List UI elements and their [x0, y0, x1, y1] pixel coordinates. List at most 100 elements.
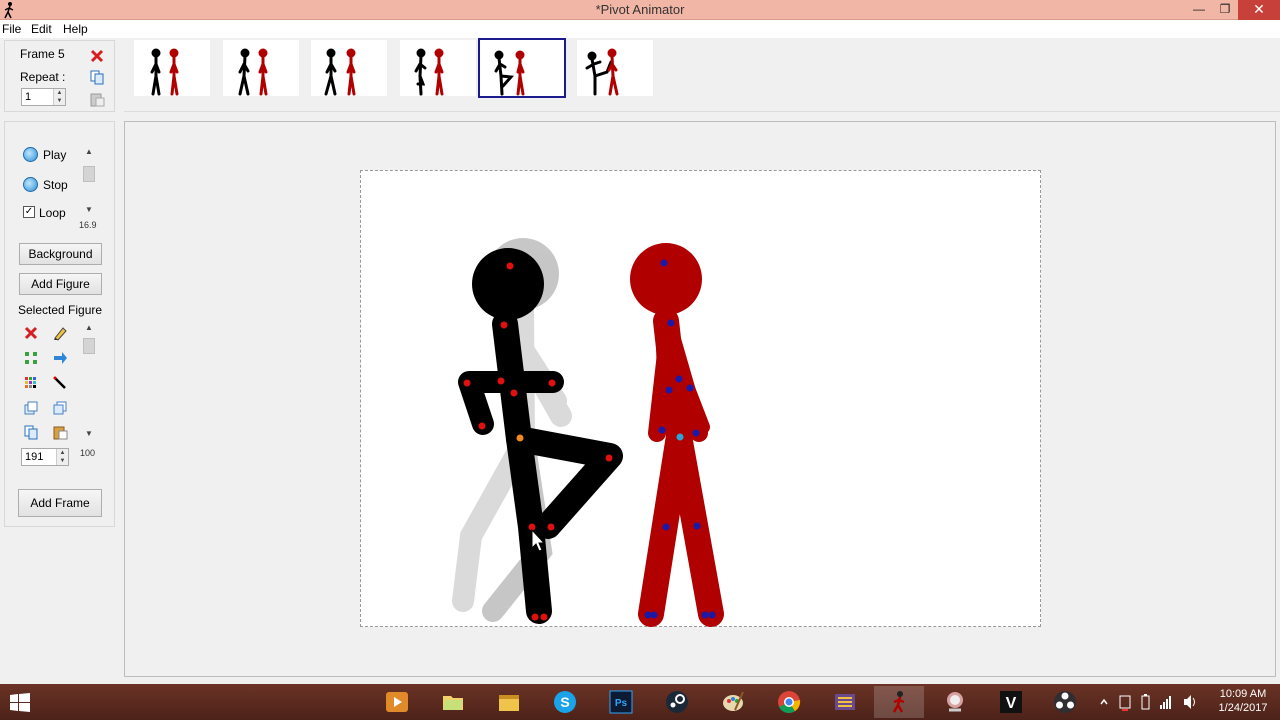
paint-icon: [723, 691, 744, 711]
maximize-button[interactable]: ❐: [1212, 0, 1238, 20]
pivot-animator-icon: [892, 691, 905, 713]
frame-thumbnail[interactable]: [223, 40, 299, 96]
menu-help[interactable]: Help: [63, 22, 88, 36]
chevron-up-icon[interactable]: [1100, 698, 1108, 705]
copy-figure-icon[interactable]: [23, 424, 39, 440]
taskbar-photoshop[interactable]: Ps: [596, 686, 646, 718]
line-tool-icon[interactable]: [52, 375, 68, 391]
speed-slider-thumb[interactable]: [83, 166, 95, 182]
stop-label: Stop: [43, 178, 68, 192]
send-backward-icon[interactable]: [52, 400, 68, 416]
frame-thumbnail[interactable]: [577, 40, 653, 96]
taskbar-chrome[interactable]: [764, 686, 814, 718]
figure-size-slider[interactable]: ▲ ▼: [82, 322, 96, 442]
selected-figure-label: Selected Figure: [18, 303, 103, 317]
paste-figure-icon[interactable]: [52, 424, 68, 440]
chevron-up-icon[interactable]: ▲: [82, 146, 96, 158]
join-figure-icon[interactable]: [23, 350, 39, 366]
menu-bar: File Edit Help: [0, 20, 1280, 38]
figure-size-spinner[interactable]: 191 ▲ ▼: [21, 448, 69, 466]
taskbar: S Ps V 10:09 AM 1/24/2017: [0, 684, 1280, 720]
battery-icon[interactable]: [1141, 694, 1150, 710]
v-app-icon: V: [1000, 691, 1022, 713]
chevron-down-icon[interactable]: ▼: [82, 428, 96, 440]
taskbar-paint[interactable]: [708, 686, 758, 718]
repeat-label: Repeat :: [20, 70, 66, 84]
video-editor-icon: [835, 694, 855, 710]
figure-size-slider-thumb[interactable]: [83, 338, 95, 354]
frame-timeline: [124, 38, 1280, 112]
color-palette-icon[interactable]: [23, 375, 39, 391]
character-icon: [947, 692, 963, 712]
checkbox-checked-icon[interactable]: ✓: [23, 206, 35, 218]
copy-frame-icon[interactable]: [89, 69, 105, 85]
paste-frame-icon[interactable]: [89, 91, 105, 107]
frame-thumbnail-selected[interactable]: [478, 38, 566, 98]
folder-icon: [443, 696, 463, 710]
clock-time: 10:09 AM: [1219, 688, 1267, 700]
bring-forward-icon[interactable]: [23, 400, 39, 416]
start-icon: [10, 693, 30, 712]
action-center-icon[interactable]: [1119, 695, 1131, 711]
steam-icon: [666, 691, 688, 713]
taskbar-folder[interactable]: [428, 686, 478, 718]
delete-frame-icon[interactable]: [89, 48, 105, 64]
obs-icon: [1054, 691, 1076, 713]
spinner-arrows-icon[interactable]: ▲ ▼: [53, 89, 65, 105]
chevron-down-icon[interactable]: ▼: [82, 204, 96, 216]
file-explorer-icon: [499, 695, 519, 711]
speed-value: 16.9: [79, 220, 97, 230]
start-button[interactable]: [0, 686, 40, 718]
taskbar-v-app[interactable]: V: [986, 686, 1036, 718]
spinner-arrows-icon[interactable]: ▲ ▼: [56, 449, 68, 465]
frame-number-label: Frame 5: [20, 47, 65, 61]
taskbar-media-player[interactable]: [372, 686, 422, 718]
add-figure-button[interactable]: Add Figure: [19, 273, 102, 295]
svg-text:Ps: Ps: [615, 698, 628, 709]
taskbar-file-explorer[interactable]: [484, 686, 534, 718]
window-title: *Pivot Animator: [595, 2, 685, 17]
background-button[interactable]: Background: [19, 243, 102, 265]
animation-canvas[interactable]: [360, 170, 1041, 627]
menu-file[interactable]: File: [2, 22, 21, 36]
control-panel: Play Stop ✓ Loop ▲ ▼ 16.9 Background Add…: [4, 121, 115, 527]
taskbar-obs[interactable]: [1040, 686, 1090, 718]
minimize-button[interactable]: —: [1186, 0, 1212, 20]
clock-date: 1/24/2017: [1218, 702, 1268, 714]
repeat-value: 1: [25, 91, 32, 103]
taskbar-skype[interactable]: S: [540, 686, 590, 718]
media-player-icon: [386, 692, 408, 712]
svg-text:V: V: [1006, 695, 1017, 712]
system-tray: [1096, 684, 1206, 720]
add-frame-button[interactable]: Add Frame: [18, 489, 102, 517]
skype-icon: S: [554, 691, 576, 713]
network-signal-icon[interactable]: [1160, 696, 1171, 709]
taskbar-video-editor[interactable]: [820, 686, 870, 718]
taskbar-character-app[interactable]: [930, 686, 980, 718]
menu-edit[interactable]: Edit: [31, 22, 52, 36]
chevron-up-icon[interactable]: ▲: [82, 322, 96, 334]
red-stick-figure[interactable]: [630, 243, 724, 627]
frame-thumbnail[interactable]: [311, 40, 387, 96]
speed-slider[interactable]: ▲ ▼: [82, 146, 96, 216]
edit-pencil-icon[interactable]: [52, 325, 68, 341]
flip-arrow-icon[interactable]: [52, 350, 68, 366]
svg-text:S: S: [560, 694, 569, 710]
close-button[interactable]: ✕: [1238, 0, 1280, 20]
loop-label: Loop: [39, 206, 66, 220]
volume-icon[interactable]: [1184, 695, 1195, 709]
photoshop-icon: Ps: [609, 690, 633, 714]
delete-figure-icon[interactable]: [23, 325, 39, 341]
play-icon: [23, 147, 38, 162]
taskbar-pivot-animator[interactable]: [874, 686, 924, 718]
taskbar-steam[interactable]: [652, 686, 702, 718]
chrome-icon: [778, 691, 801, 713]
workspace: [124, 121, 1276, 677]
play-label: Play: [43, 148, 67, 162]
repeat-spinner[interactable]: 1 ▲ ▼: [21, 88, 66, 106]
frame-thumbnail[interactable]: [400, 40, 476, 96]
system-clock[interactable]: 10:09 AM 1/24/2017: [1206, 687, 1280, 715]
frame-info-panel: Frame 5 Repeat : 1 ▲ ▼: [4, 40, 115, 112]
stop-icon: [23, 177, 38, 192]
frame-thumbnail[interactable]: [134, 40, 210, 96]
